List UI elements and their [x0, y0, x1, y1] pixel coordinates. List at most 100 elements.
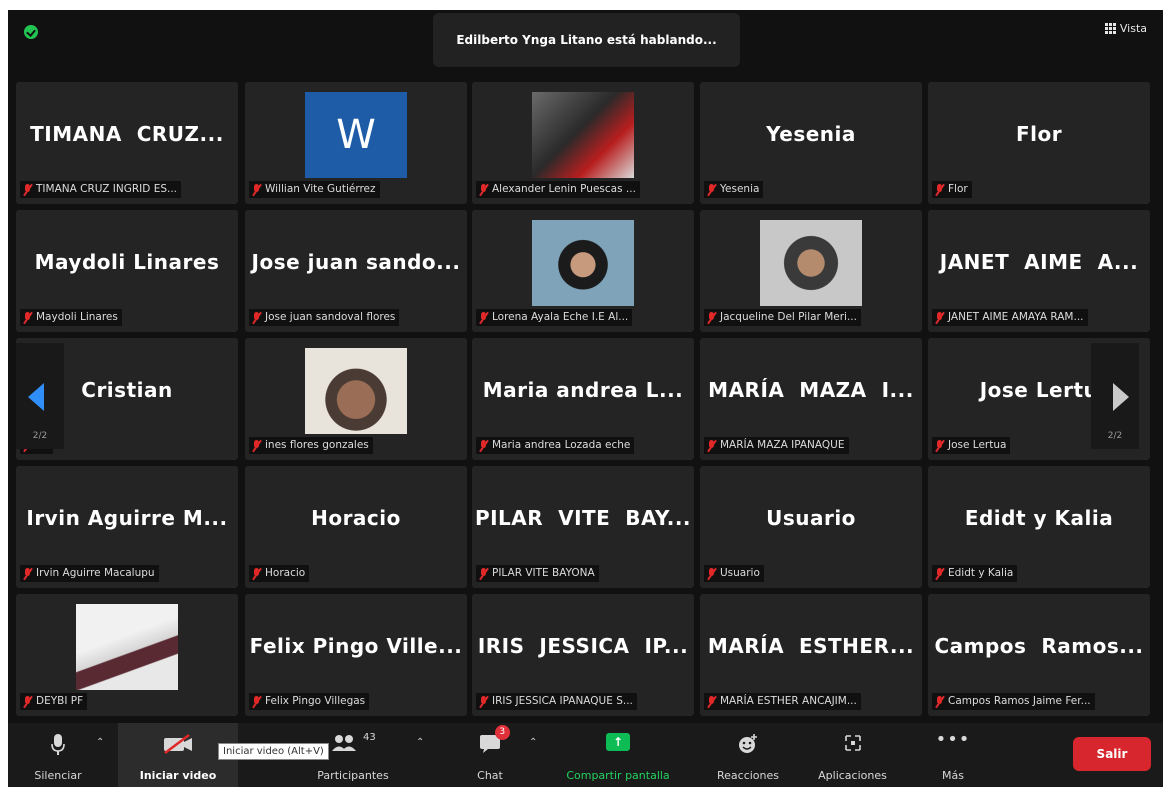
participant-video	[76, 604, 178, 690]
chat-unread-badge: 3	[494, 725, 510, 740]
participant-tile[interactable]: TIMANA CRUZ... TIMANA CRUZ INGRID ES...	[16, 82, 238, 204]
participant-name-text: DEYBI PF	[36, 695, 84, 707]
muted-mic-icon	[252, 567, 261, 580]
participant-tile[interactable]: Yesenia Yesenia	[700, 82, 922, 204]
participant-display-name: Horacio	[311, 506, 401, 530]
participant-tile[interactable]: Maydoli Linares Maydoli Linares	[16, 210, 238, 332]
participant-tile[interactable]: MARÍA ESTHER... MARÍA ESTHER ANCAJIM...	[700, 594, 922, 716]
meeting-toolbar: Silenciar ⌃ Iniciar video 43 Participant…	[8, 723, 1163, 787]
grid-view-icon	[1104, 23, 1116, 34]
more-button[interactable]: ••• Más	[923, 723, 983, 787]
participant-display-name: MARÍA ESTHER...	[707, 634, 915, 658]
participant-name-label: Jose Lertua	[932, 437, 1011, 454]
participant-name-text: Jose Lertua	[948, 439, 1007, 451]
participant-logo-avatar: W	[305, 92, 407, 178]
muted-mic-icon	[707, 695, 716, 708]
participant-tile[interactable]: Lorena Ayala Eche I.E Al...	[472, 210, 694, 332]
leave-button[interactable]: Salir	[1073, 737, 1151, 771]
participant-name-label: Irvin Aguirre Macalupu	[20, 565, 159, 582]
muted-mic-icon	[935, 567, 944, 580]
emoji-reaction-icon	[739, 734, 757, 753]
muted-mic-icon	[252, 439, 261, 452]
participant-tile[interactable]: Maria andrea L... Maria andrea Lozada ech…	[472, 338, 694, 460]
participants-label: Participantes	[317, 769, 389, 782]
participant-tile[interactable]: Edidt y Kalia Edidt y Kalia	[928, 466, 1150, 588]
encryption-shield-icon[interactable]	[24, 25, 38, 39]
muted-mic-icon	[23, 311, 32, 324]
mute-label: Silenciar	[34, 769, 82, 782]
muted-mic-icon	[935, 439, 944, 452]
chat-button[interactable]: 3 Chat	[460, 723, 520, 787]
participant-name-label: Yesenia	[704, 181, 764, 198]
participant-name-text: PILAR VITE BAYONA	[492, 567, 595, 579]
participant-display-name: JANET AIME A...	[939, 250, 1139, 274]
participant-name-text: IRIS JESSICA IPANAQUE S...	[492, 695, 633, 707]
participant-tile[interactable]: ines flores gonzales	[245, 338, 467, 460]
participant-name-text: TIMANA CRUZ INGRID ES...	[36, 183, 178, 195]
participant-display-name: Flor	[1015, 122, 1063, 146]
participant-name-text: ines flores gonzales	[265, 439, 369, 451]
chat-caret-icon[interactable]: ⌃	[529, 737, 537, 748]
muted-mic-icon	[252, 311, 261, 324]
muted-mic-icon	[479, 567, 488, 580]
participants-count: 43	[363, 732, 376, 743]
participant-tile[interactable]: Jacqueline Del Pilar Meri...	[700, 210, 922, 332]
participant-display-name: TIMANA CRUZ...	[30, 122, 224, 146]
participant-name-label: IRIS JESSICA IPANAQUE S...	[476, 693, 637, 710]
participant-video	[305, 348, 407, 434]
view-button[interactable]: Vista	[1104, 22, 1147, 35]
muted-mic-icon	[23, 183, 32, 196]
previous-page-button[interactable]: 2/2	[16, 343, 64, 449]
participant-tile[interactable]: Jose juan sando... Jose juan sandoval flo…	[245, 210, 467, 332]
participant-name-label: Alexander Lenin Puescas ...	[476, 181, 640, 198]
participant-name-text: MARÍA ESTHER ANCAJIM...	[720, 695, 857, 707]
participant-tile[interactable]: Flor Flor	[928, 82, 1150, 204]
participant-tile[interactable]: Horacio Horacio	[245, 466, 467, 588]
participant-tile[interactable]: Irvin Aguirre M... Irvin Aguirre Macalupu	[16, 466, 238, 588]
apps-button[interactable]: Aplicaciones	[800, 723, 905, 787]
participant-name-text: JANET AIME AMAYA RAM...	[948, 311, 1084, 323]
muted-mic-icon	[479, 695, 488, 708]
muted-mic-icon	[935, 311, 944, 324]
video-tooltip: Iniciar video (Alt+V)	[218, 743, 329, 760]
participant-display-name: Maydoli Linares	[34, 250, 220, 274]
muted-mic-icon	[252, 695, 261, 708]
participant-display-name: IRIS JESSICA IP...	[477, 634, 689, 658]
participant-display-name: Maria andrea L...	[482, 378, 684, 402]
active-speaker-banner: Edilberto Ynga Litano está hablando...	[433, 13, 740, 67]
participant-tile[interactable]: Alexander Lenin Puescas ...	[472, 82, 694, 204]
participant-tile[interactable]: MARÍA MAZA I... MARÍA MAZA IPANAQUE	[700, 338, 922, 460]
zoom-meeting-window: Edilberto Ynga Litano está hablando... V…	[8, 10, 1163, 787]
participant-tile[interactable]: W Willian Vite Gutiérrez	[245, 82, 467, 204]
share-screen-button[interactable]: ↑ Compartir pantalla	[553, 723, 683, 787]
participant-name-text: Campos Ramos Jaime Fer...	[948, 695, 1091, 707]
participant-tile[interactable]: Campos Ramos... Campos Ramos Jaime Fer...	[928, 594, 1150, 716]
participant-name-text: Flor	[948, 183, 968, 195]
participant-tile[interactable]: Felix Pingo Ville... Felix Pingo Villegas	[245, 594, 467, 716]
reactions-button[interactable]: Reacciones	[703, 723, 793, 787]
participant-name-label: DEYBI PF	[20, 693, 88, 710]
participant-tile[interactable]: DEYBI PF	[16, 594, 238, 716]
muted-mic-icon	[479, 439, 488, 452]
audio-options-caret-icon[interactable]: ⌃	[96, 737, 104, 748]
participant-display-name: Usuario	[766, 506, 856, 530]
apps-icon	[844, 735, 861, 751]
participant-tile[interactable]: IRIS JESSICA IP... IRIS JESSICA IPANAQUE …	[472, 594, 694, 716]
reactions-label: Reacciones	[716, 769, 779, 782]
mute-button[interactable]: Silenciar	[18, 723, 98, 787]
participant-name-label: Maydoli Linares	[20, 309, 122, 326]
muted-mic-icon	[935, 695, 944, 708]
participant-name-text: Yesenia	[720, 183, 760, 195]
participant-tile[interactable]: JANET AIME A... JANET AIME AMAYA RAM...	[928, 210, 1150, 332]
participant-name-label: Felix Pingo Villegas	[249, 693, 370, 710]
next-page-button[interactable]: 2/2	[1091, 343, 1139, 449]
participant-name-label: TIMANA CRUZ INGRID ES...	[20, 181, 182, 198]
participant-name-label: Lorena Ayala Eche I.E Al...	[476, 309, 633, 326]
view-label: Vista	[1119, 22, 1147, 35]
participant-name-text: Usuario	[720, 567, 760, 579]
participant-name-text: Horacio	[265, 567, 306, 579]
participant-tile[interactable]: PILAR VITE BAY... PILAR VITE BAYONA	[472, 466, 694, 588]
apps-label: Aplicaciones	[818, 769, 887, 782]
participant-tile[interactable]: Usuario Usuario	[700, 466, 922, 588]
participants-caret-icon[interactable]: ⌃	[416, 737, 424, 748]
